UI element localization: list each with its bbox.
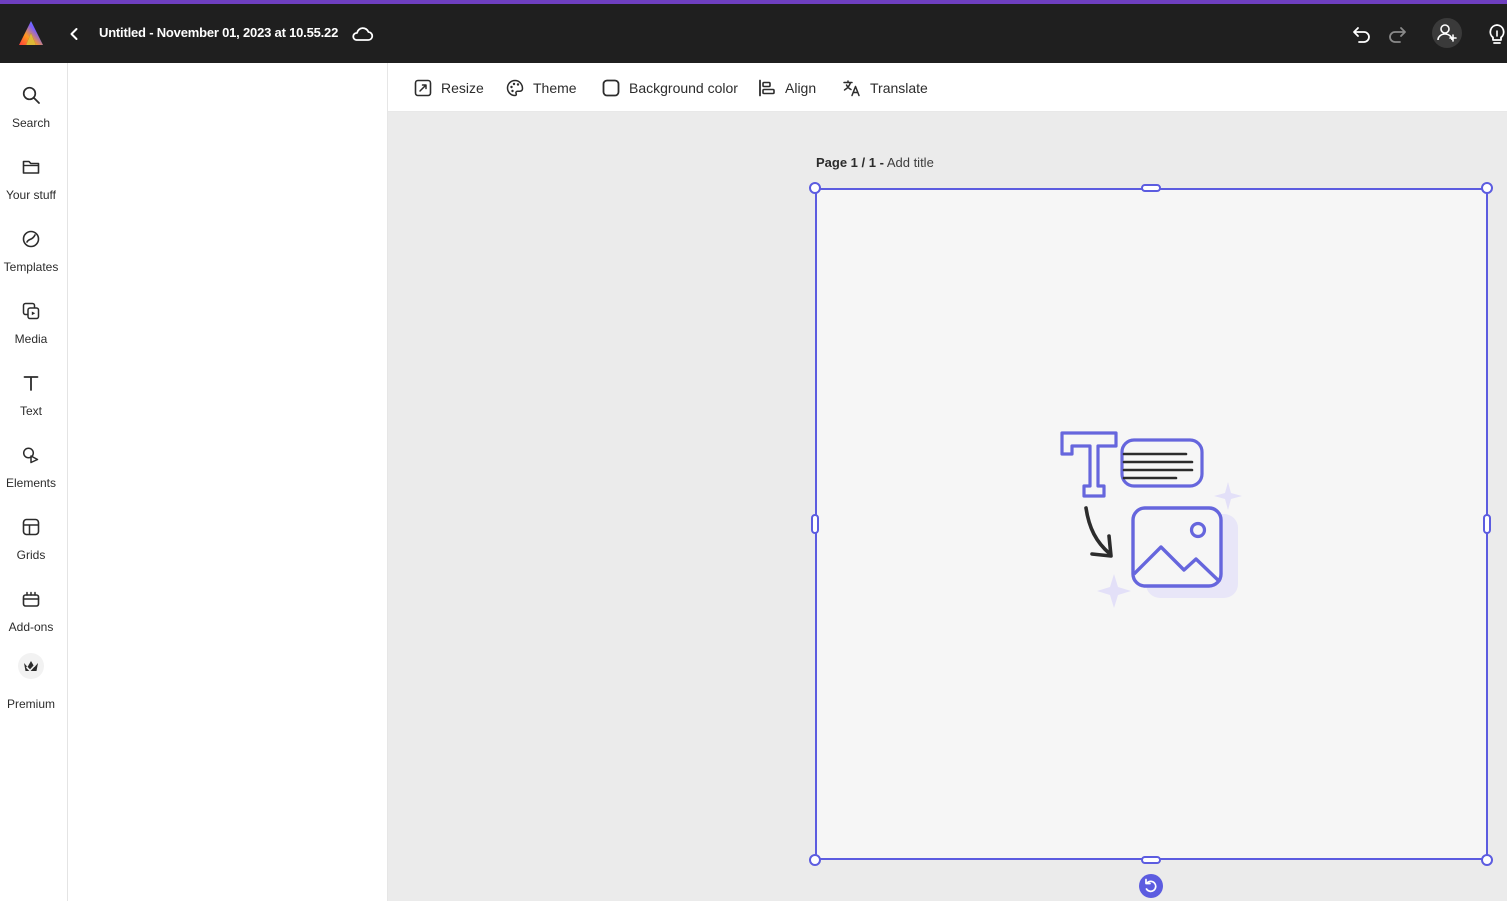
theme-button[interactable]: Theme bbox=[505, 77, 577, 99]
search-icon bbox=[22, 86, 40, 104]
resize-handle-bottom[interactable] bbox=[1141, 856, 1161, 864]
document-title[interactable]: Untitled - November 01, 2023 at 10.55.22 bbox=[99, 25, 338, 40]
resize-icon bbox=[414, 79, 432, 97]
side-panel bbox=[68, 63, 388, 901]
elements-icon bbox=[22, 447, 39, 464]
sidebar-item-elements[interactable]: Elements bbox=[0, 445, 68, 507]
resize-handle-right[interactable] bbox=[1483, 514, 1491, 534]
sidebar-item-premium[interactable]: Premium bbox=[0, 652, 68, 714]
bulb-icon[interactable] bbox=[1486, 22, 1507, 46]
adobe-express-logo[interactable] bbox=[18, 20, 44, 46]
cloud-icon[interactable] bbox=[350, 23, 374, 45]
redo-icon bbox=[1389, 27, 1406, 43]
folder-icon bbox=[22, 160, 40, 174]
page-label: Page 1 / 1 - Add title bbox=[816, 155, 934, 170]
theme-palette-icon bbox=[506, 79, 524, 97]
resize-handle-bottom-right[interactable] bbox=[1481, 854, 1493, 866]
sidebar-item-label: Grids bbox=[16, 548, 46, 562]
back-chevron-icon[interactable] bbox=[64, 24, 84, 44]
sidebar-item-grids[interactable]: Grids bbox=[0, 517, 68, 579]
templates-icon bbox=[22, 230, 40, 248]
theme-label: Theme bbox=[533, 80, 577, 96]
top-bar: Untitled - November 01, 2023 at 10.55.22 bbox=[0, 0, 1507, 63]
align-button[interactable]: Align bbox=[757, 77, 816, 99]
rotate-handle[interactable] bbox=[1139, 874, 1163, 898]
resize-handle-top-left[interactable] bbox=[809, 182, 821, 194]
sidebar-item-text[interactable]: Text bbox=[0, 373, 68, 435]
sidebar-item-label: Your stuff bbox=[5, 188, 57, 202]
addons-icon bbox=[22, 591, 40, 607]
sidebar-item-label: Premium bbox=[6, 697, 55, 711]
background-color-icon bbox=[602, 79, 620, 97]
invite-icon bbox=[1437, 24, 1457, 42]
align-left-icon bbox=[759, 79, 775, 97]
page-indicator: Page 1 / 1 - bbox=[816, 155, 884, 170]
sidebar-item-label: Elements bbox=[5, 476, 57, 490]
background-color-button[interactable]: Background color bbox=[601, 77, 738, 99]
canvas-area: Page 1 / 1 - Add title bbox=[388, 112, 1507, 901]
sidebar-item-addons[interactable]: Add-ons bbox=[0, 589, 68, 651]
text-icon bbox=[23, 376, 39, 391]
sidebar-item-search[interactable]: Search bbox=[0, 85, 68, 147]
left-rail: Search Your stuff Templates Media Text E… bbox=[0, 63, 68, 901]
sidebar-item-your-stuff[interactable]: Your stuff bbox=[0, 157, 68, 219]
sidebar-item-label: Search bbox=[11, 116, 51, 130]
resize-handle-left[interactable] bbox=[811, 514, 819, 534]
resize-handle-top[interactable] bbox=[1141, 184, 1161, 192]
grids-icon bbox=[22, 518, 40, 536]
translate-label: Translate bbox=[870, 80, 928, 96]
sidebar-item-label: Text bbox=[19, 404, 42, 418]
sidebar-item-label: Add-ons bbox=[8, 620, 54, 634]
align-label: Align bbox=[785, 80, 817, 96]
translate-button[interactable]: Translate bbox=[842, 77, 928, 99]
resize-handle-bottom-left[interactable] bbox=[809, 854, 821, 866]
sidebar-item-label: Media bbox=[14, 332, 48, 346]
accent-strip bbox=[0, 0, 1507, 4]
canvas-toolbar: Resize Theme Background color Align Tran… bbox=[388, 63, 1507, 112]
premium-icon bbox=[18, 653, 44, 679]
translate-icon bbox=[843, 80, 860, 97]
background-color-label: Background color bbox=[629, 80, 738, 96]
invite-button[interactable] bbox=[1432, 18, 1462, 48]
rotate-icon bbox=[1145, 878, 1157, 893]
sidebar-item-label: Templates bbox=[3, 260, 59, 274]
resize-button[interactable]: Resize bbox=[413, 77, 484, 99]
undo-icon[interactable] bbox=[1351, 23, 1373, 45]
resize-handle-top-right[interactable] bbox=[1481, 182, 1493, 194]
sidebar-item-media[interactable]: Media bbox=[0, 301, 68, 363]
media-icon bbox=[22, 302, 40, 320]
resize-label: Resize bbox=[441, 80, 484, 96]
empty-canvas-illustration bbox=[1060, 431, 1242, 608]
page-title-input[interactable]: Add title bbox=[887, 155, 934, 170]
sidebar-item-templates[interactable]: Templates bbox=[0, 229, 68, 291]
